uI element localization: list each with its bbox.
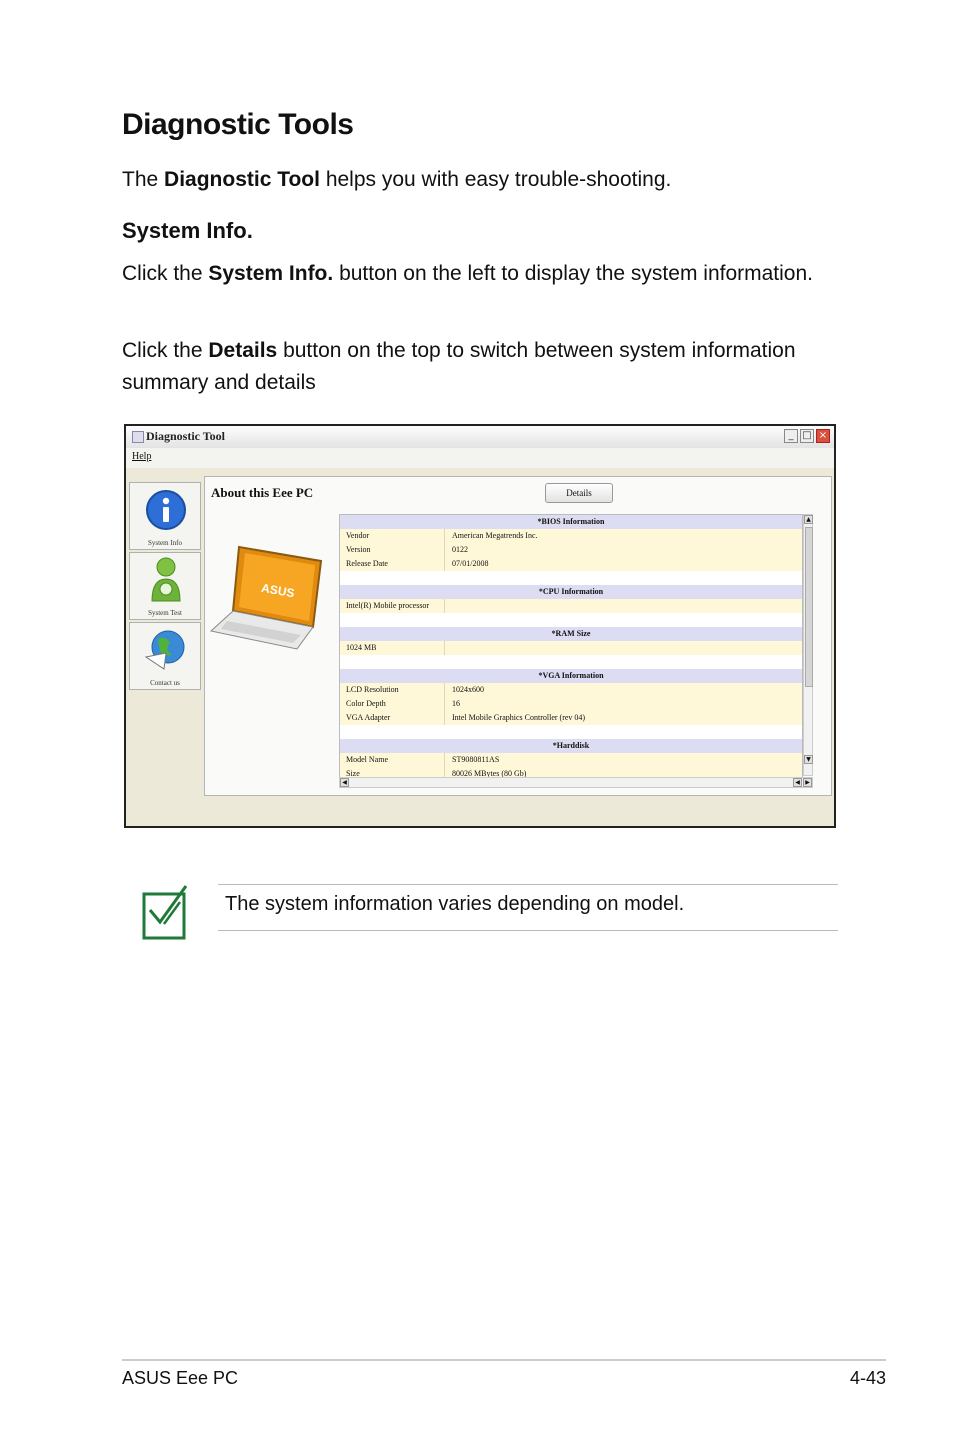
table-row: Color Depth 16	[340, 697, 802, 711]
contact-us-button[interactable]: Contact us	[129, 622, 201, 690]
scroll-left-button-2[interactable]: ◀	[793, 778, 802, 787]
minimize-button[interactable]: _	[784, 429, 798, 443]
scroll-right-button[interactable]: ▶	[803, 778, 812, 787]
section-row: *RAM Size	[340, 627, 802, 641]
intro-paragraph: The Diagnostic Tool helps you with easy …	[122, 168, 672, 191]
section-row: *BIOS Information	[340, 515, 802, 529]
table-row: Model Name ST9080811AS	[340, 753, 802, 767]
row-value: American Megatrends Inc.	[452, 531, 538, 540]
row-key: Color Depth	[346, 699, 386, 708]
row-key: LCD Resolution	[346, 685, 399, 694]
table-row: VGA Adapter Intel Mobile Graphics Control…	[340, 711, 802, 725]
row-value: 1024x600	[452, 685, 484, 694]
section-row: *CPU Information	[340, 585, 802, 599]
system-info-paragraph: Click the System Info. button on the lef…	[122, 262, 813, 285]
row-key: VGA Adapter	[346, 713, 391, 722]
row-key: Model Name	[346, 755, 388, 764]
section-row: *VGA Information	[340, 669, 802, 683]
row-key: 1024 MB	[346, 643, 377, 652]
footer-product: ASUS Eee PC	[122, 1368, 239, 1388]
sidebar-label: System Info	[147, 539, 183, 547]
column-separator	[444, 753, 445, 767]
column-separator	[444, 683, 445, 697]
horizontal-scrollbar[interactable]: ◀ ◀ ▶	[339, 777, 813, 788]
row-key: Intel(R) Mobile processor	[346, 601, 430, 610]
column-separator	[444, 711, 445, 725]
scroll-up-button[interactable]: ▲	[804, 515, 813, 524]
window-title: Diagnostic Tool	[146, 429, 226, 443]
table-row: Release Date 07/01/2008	[340, 557, 802, 571]
menu-help[interactable]: Help	[132, 451, 151, 462]
table-row: Version 0122	[340, 543, 802, 557]
system-test-icon	[151, 557, 181, 602]
blank-row	[340, 725, 802, 739]
close-button[interactable]: ×	[816, 429, 830, 443]
scroll-left-button[interactable]: ◀	[340, 778, 349, 787]
content-panel: About this Eee PC Details ASUS *BIOS Inf…	[204, 476, 832, 796]
page-number: 4-43	[849, 1368, 886, 1388]
system-info-table: *BIOS Information Vendor American Megatren…	[339, 514, 803, 778]
table-row: LCD Resolution 1024x600	[340, 683, 802, 697]
details-button[interactable]: Details	[545, 483, 613, 503]
column-separator	[444, 599, 445, 613]
about-title: About this Eee PC	[211, 485, 314, 500]
section-row: *Harddisk	[340, 739, 802, 753]
row-key: Version	[346, 545, 371, 554]
info-icon	[146, 490, 186, 530]
row-value: 16	[452, 699, 460, 708]
blank-row	[340, 655, 802, 669]
column-separator	[444, 557, 445, 571]
globe-icon	[144, 630, 185, 670]
sidebar-label: Contact us	[150, 679, 180, 687]
menu-bar: Help	[126, 448, 834, 468]
vertical-scrollbar[interactable]: ▲ ▼	[803, 514, 813, 776]
system-test-button[interactable]: System Test	[129, 552, 201, 620]
sidebar-label: System Test	[148, 609, 182, 617]
sidebar: System Info System Test Contact us	[129, 482, 203, 690]
note-divider-top	[218, 884, 838, 885]
scroll-thumb[interactable]	[805, 527, 813, 687]
system-info-button[interactable]: System Info	[129, 482, 201, 550]
blank-row	[340, 571, 802, 585]
diagnostic-tool-window: Diagnostic Tool _ □ × Help System Info S…	[124, 424, 836, 828]
note-divider-bottom	[218, 930, 838, 931]
row-key: Vendor	[346, 531, 370, 540]
app-icon	[132, 431, 144, 443]
note-text: The system information varies depending …	[225, 893, 685, 915]
table-row: 1024 MB	[340, 641, 802, 655]
footer-divider	[122, 1359, 886, 1361]
column-separator	[444, 543, 445, 557]
row-value: 0122	[452, 545, 468, 554]
scroll-down-button[interactable]: ▼	[804, 755, 813, 764]
row-value: Intel Mobile Graphics Controller (rev 04…	[452, 713, 586, 722]
row-value: ST9080811AS	[452, 755, 500, 764]
table-row: Intel(R) Mobile processor	[340, 599, 802, 613]
column-separator	[444, 529, 445, 543]
column-separator	[444, 697, 445, 711]
row-key: Release Date	[346, 559, 388, 568]
note-icon	[142, 885, 188, 940]
laptop-image: ASUS	[209, 545, 323, 650]
section-heading: System Info.	[122, 218, 253, 243]
row-value: 07/01/2008	[452, 559, 489, 568]
table-row: Vendor American Megatrends Inc.	[340, 529, 802, 543]
details-paragraph: Click the Details button on the top to s…	[122, 339, 796, 394]
window-titlebar: Diagnostic Tool _ □ ×	[126, 426, 834, 449]
page-heading: Diagnostic Tools	[122, 108, 354, 141]
column-separator	[444, 641, 445, 655]
blank-row	[340, 613, 802, 627]
maximize-button[interactable]: □	[800, 429, 814, 443]
